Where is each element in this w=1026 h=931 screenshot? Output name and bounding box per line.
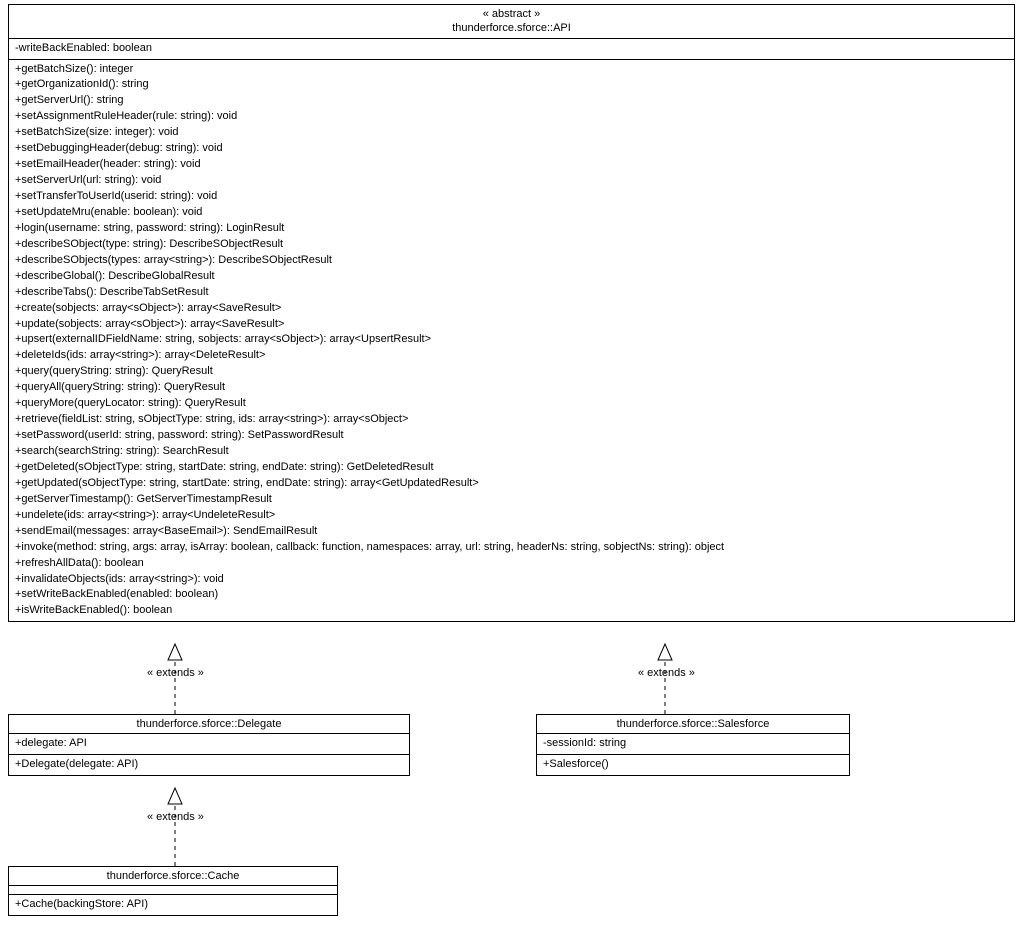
class-api: « abstract » thunderforce.sforce::API -w…: [8, 4, 1015, 622]
salesforce-attributes: -sessionId: string: [537, 734, 849, 755]
member: +deleteIds(ids: array<string>): array<De…: [15, 348, 1008, 364]
salesforce-title: thunderforce.sforce::Salesforce: [537, 715, 849, 734]
member: +invoke(method: string, args: array, isA…: [15, 540, 1008, 556]
member: +queryMore(queryLocator: string): QueryR…: [15, 396, 1008, 412]
member: +describeSObject(type: string): Describe…: [15, 237, 1008, 253]
member: +getBatchSize(): integer: [15, 62, 1008, 78]
member: +getServerTimestamp(): GetServerTimestam…: [15, 492, 1008, 508]
member: +query(queryString: string): QueryResult: [15, 364, 1008, 380]
api-attributes: -writeBackEnabled: boolean: [9, 39, 1014, 60]
api-operations: +getBatchSize(): integer+getOrganization…: [9, 60, 1014, 622]
cache-name: thunderforce.sforce::Cache: [13, 869, 333, 883]
member: +Salesforce(): [543, 757, 843, 773]
member: +search(searchString: string): SearchRes…: [15, 444, 1008, 460]
api-name: thunderforce.sforce::API: [13, 21, 1010, 35]
member: +setEmailHeader(header: string): void: [15, 157, 1008, 173]
member: -writeBackEnabled: boolean: [15, 41, 1008, 57]
salesforce-operations: +Salesforce(): [537, 755, 849, 775]
member: +getUpdated(sObjectType: string, startDa…: [15, 476, 1008, 492]
member: +Cache(backingStore: API): [15, 897, 331, 913]
member: +setWriteBackEnabled(enabled: boolean): [15, 587, 1008, 603]
member: +setDebuggingHeader(debug: string): void: [15, 141, 1008, 157]
member: +sendEmail(messages: array<BaseEmail>): …: [15, 524, 1008, 540]
member: +refreshAllData(): boolean: [15, 556, 1008, 572]
member: +login(username: string, password: strin…: [15, 221, 1008, 237]
class-cache: thunderforce.sforce::Cache +Cache(backin…: [8, 866, 338, 916]
cache-attributes: [9, 886, 337, 895]
member: +setServerUrl(url: string): void: [15, 173, 1008, 189]
extends-label-api-salesforce: « extends »: [636, 667, 697, 679]
member: +getDeleted(sObjectType: string, startDa…: [15, 460, 1008, 476]
member: +update(sobjects: array<sObject>): array…: [15, 317, 1008, 333]
member: +getOrganizationId(): string: [15, 77, 1008, 93]
member: +setTransferToUserId(userid: string): vo…: [15, 189, 1008, 205]
salesforce-name: thunderforce.sforce::Salesforce: [541, 717, 845, 731]
member: +Delegate(delegate: API): [15, 757, 403, 773]
delegate-title: thunderforce.sforce::Delegate: [9, 715, 409, 734]
member: +delegate: API: [15, 736, 403, 752]
member: +isWriteBackEnabled(): boolean: [15, 603, 1008, 619]
member: +describeTabs(): DescribeTabSetResult: [15, 285, 1008, 301]
member: +setAssignmentRuleHeader(rule: string): …: [15, 109, 1008, 125]
extends-label-delegate-cache: « extends »: [145, 811, 206, 823]
delegate-name: thunderforce.sforce::Delegate: [13, 717, 405, 731]
delegate-attributes: +delegate: API: [9, 734, 409, 755]
member: +getServerUrl(): string: [15, 93, 1008, 109]
member: +invalidateObjects(ids: array<string>): …: [15, 572, 1008, 588]
member: +retrieve(fieldList: string, sObjectType…: [15, 412, 1008, 428]
extends-label-api-delegate: « extends »: [145, 667, 206, 679]
delegate-operations: +Delegate(delegate: API): [9, 755, 409, 775]
member: +setPassword(userId: string, password: s…: [15, 428, 1008, 444]
class-salesforce: thunderforce.sforce::Salesforce -session…: [536, 714, 850, 776]
member: -sessionId: string: [543, 736, 843, 752]
member: +describeSObjects(types: array<string>):…: [15, 253, 1008, 269]
class-delegate: thunderforce.sforce::Delegate +delegate:…: [8, 714, 410, 776]
cache-title: thunderforce.sforce::Cache: [9, 867, 337, 886]
member: +setBatchSize(size: integer): void: [15, 125, 1008, 141]
member: +queryAll(queryString: string): QueryRes…: [15, 380, 1008, 396]
member: +setUpdateMru(enable: boolean): void: [15, 205, 1008, 221]
member: +create(sobjects: array<sObject>): array…: [15, 301, 1008, 317]
member: +undelete(ids: array<string>): array<Und…: [15, 508, 1008, 524]
member: +upsert(externalIDFieldName: string, sob…: [15, 332, 1008, 348]
class-api-title: « abstract » thunderforce.sforce::API: [9, 5, 1014, 39]
api-stereotype: « abstract »: [13, 7, 1010, 21]
cache-operations: +Cache(backingStore: API): [9, 895, 337, 915]
member: +describeGlobal(): DescribeGlobalResult: [15, 269, 1008, 285]
